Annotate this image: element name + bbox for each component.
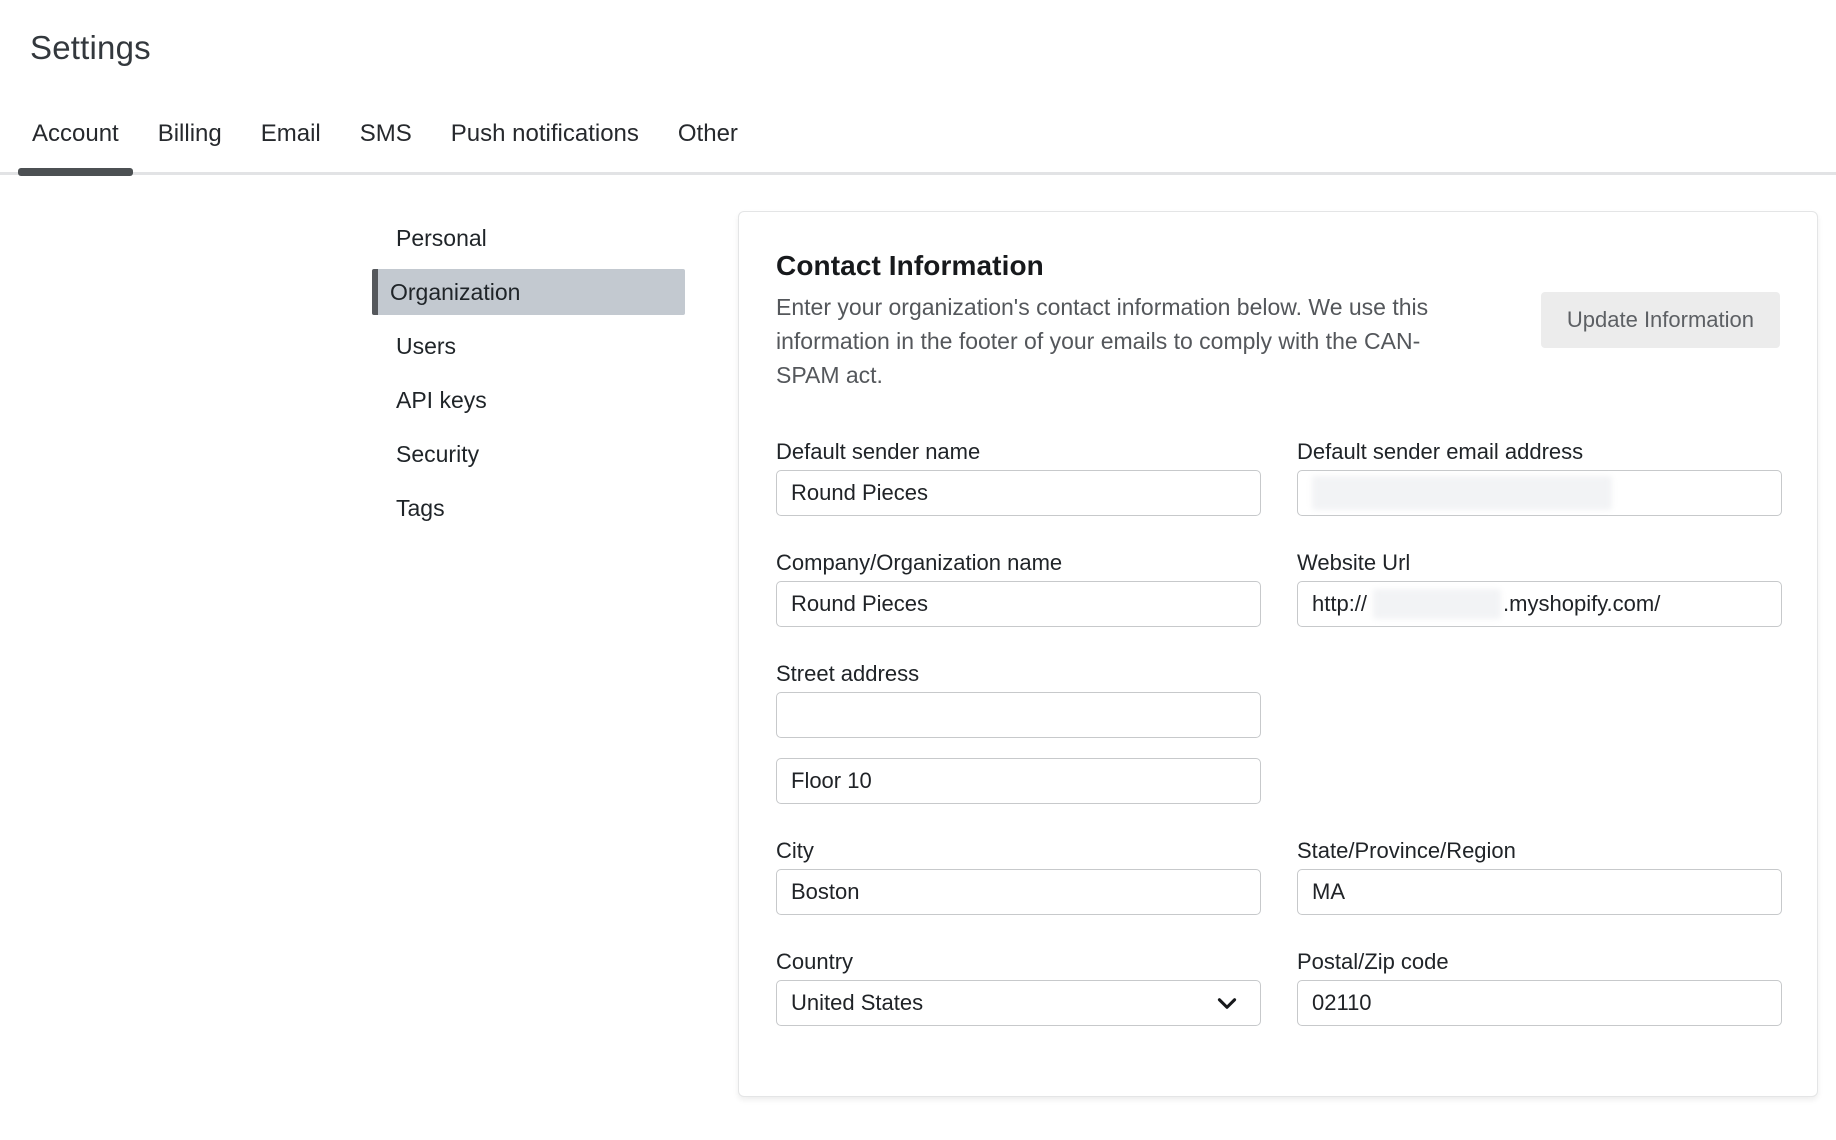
card-header: Contact Information Enter your organizat…: [776, 248, 1780, 392]
update-information-button[interactable]: Update Information: [1541, 292, 1780, 348]
account-settings-content: Personal Organization Users API keys Sec…: [0, 175, 1836, 1100]
street-address-label: Street address: [776, 662, 1261, 686]
street-address-line2-input[interactable]: [776, 758, 1261, 804]
state-input[interactable]: [1297, 869, 1782, 915]
website-url-suffix: .myshopify.com/: [1503, 591, 1660, 617]
field-website-url: Website Url http:// .myshopify.com/: [1297, 551, 1782, 627]
country-label: Country: [776, 950, 1261, 974]
card-description: Enter your organization's contact inform…: [776, 290, 1476, 392]
field-default-sender-name: Default sender name: [776, 440, 1261, 516]
country-selected-value: United States: [791, 990, 923, 1016]
company-name-input[interactable]: [776, 581, 1261, 627]
subnav-item-organization[interactable]: Organization: [372, 269, 685, 315]
contact-information-form: Default sender name Default sender email…: [776, 440, 1780, 1026]
tab-other[interactable]: Other: [676, 120, 740, 172]
redacted-value: [1312, 476, 1612, 510]
empty-grid-cell: [1297, 662, 1782, 804]
field-postal: Postal/Zip code: [1297, 950, 1782, 1026]
redacted-value: [1373, 589, 1501, 619]
page-title: Settings: [30, 28, 1836, 68]
field-default-sender-email: Default sender email address: [1297, 440, 1782, 516]
city-label: City: [776, 839, 1261, 863]
contact-information-card: Contact Information Enter your organizat…: [738, 211, 1818, 1097]
postal-input[interactable]: [1297, 980, 1782, 1026]
chevron-down-icon: [1214, 990, 1240, 1016]
postal-label: Postal/Zip code: [1297, 950, 1782, 974]
account-subnav: Personal Organization Users API keys Sec…: [372, 215, 685, 531]
subnav-item-api-keys[interactable]: API keys: [372, 377, 685, 423]
state-label: State/Province/Region: [1297, 839, 1782, 863]
default-sender-email-label: Default sender email address: [1297, 440, 1782, 464]
field-country: Country United States: [776, 950, 1261, 1026]
field-city: City: [776, 839, 1261, 915]
country-select[interactable]: United States: [776, 980, 1261, 1026]
website-url-input[interactable]: http:// .myshopify.com/: [1297, 581, 1782, 627]
subnav-item-tags[interactable]: Tags: [372, 485, 685, 531]
subnav-item-security[interactable]: Security: [372, 431, 685, 477]
tab-billing[interactable]: Billing: [156, 120, 224, 172]
field-street-address: Street address: [776, 662, 1261, 804]
tab-sms[interactable]: SMS: [358, 120, 414, 172]
subnav-item-personal[interactable]: Personal: [372, 215, 685, 261]
field-state: State/Province/Region: [1297, 839, 1782, 915]
tab-account[interactable]: Account: [30, 120, 121, 172]
city-input[interactable]: [776, 869, 1261, 915]
subnav-item-users[interactable]: Users: [372, 323, 685, 369]
tab-email[interactable]: Email: [259, 120, 323, 172]
default-sender-email-input[interactable]: [1297, 470, 1782, 516]
card-title: Contact Information: [776, 248, 1780, 284]
default-sender-name-input[interactable]: [776, 470, 1261, 516]
website-url-prefix: http://: [1312, 591, 1367, 617]
settings-tabs: Account Billing Email SMS Push notificat…: [0, 120, 1836, 175]
street-address-line1-input[interactable]: [776, 692, 1261, 738]
tab-push-notifications[interactable]: Push notifications: [449, 120, 641, 172]
company-name-label: Company/Organization name: [776, 551, 1261, 575]
default-sender-name-label: Default sender name: [776, 440, 1261, 464]
website-url-label: Website Url: [1297, 551, 1782, 575]
field-company-name: Company/Organization name: [776, 551, 1261, 627]
